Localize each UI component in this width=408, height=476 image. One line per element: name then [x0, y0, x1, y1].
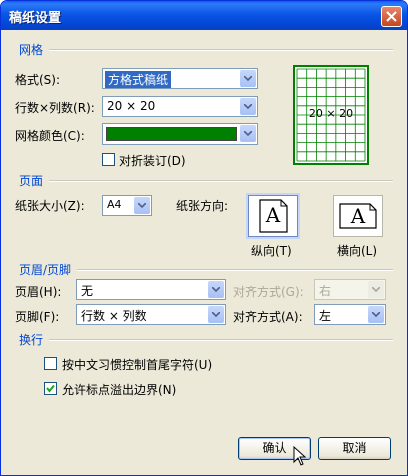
header-align-label: 对齐方式(G):: [233, 285, 304, 299]
portrait-letter: A: [265, 203, 281, 227]
chinese-wrap-checkbox[interactable]: [44, 357, 57, 370]
grid-preview-text: 20 × 20: [308, 107, 354, 120]
footer-value: 行数 × 列数: [81, 309, 147, 323]
section-page: 页面: [19, 174, 44, 188]
chevron-down-icon[interactable]: [240, 70, 256, 87]
chevron-down-icon[interactable]: [240, 98, 256, 115]
header-value: 无: [81, 284, 94, 298]
section-divider: [77, 269, 393, 271]
format-select[interactable]: 方格式稿纸: [102, 68, 258, 89]
header-align-value: 右: [319, 284, 332, 298]
chinese-wrap-label: 按中文习惯控制首尾字符(U): [62, 358, 213, 372]
section-divider: [49, 339, 393, 341]
section-divider: [49, 180, 393, 182]
footer-align-value: 左: [319, 309, 332, 323]
fold-binding-label: 对折装订(D): [119, 154, 186, 168]
grid-color-select[interactable]: [102, 123, 258, 145]
paper-size-select[interactable]: A4: [102, 195, 152, 216]
chevron-down-icon[interactable]: [134, 197, 150, 214]
landscape-button[interactable]: A: [333, 195, 383, 237]
header-label: 页眉(H):: [15, 285, 62, 299]
header-align-select[interactable]: 右: [314, 279, 386, 300]
grid-color-label: 网格颜色(C):: [15, 129, 85, 143]
landscape-letter: A: [350, 204, 366, 228]
footer-align-select[interactable]: 左: [314, 304, 386, 325]
cancel-button[interactable]: 取消: [318, 437, 391, 460]
chevron-down-icon[interactable]: [368, 281, 384, 298]
chevron-down-icon[interactable]: [208, 281, 224, 298]
portrait-label: 纵向(T): [251, 244, 292, 258]
paper-size-value: A4: [107, 198, 122, 211]
section-header-footer: 页眉/页脚: [19, 263, 72, 277]
close-button[interactable]: [381, 6, 402, 27]
title-bar[interactable]: 稿纸设置: [1, 1, 407, 30]
header-select[interactable]: 无: [76, 279, 226, 300]
footer-select[interactable]: 行数 × 列数: [76, 304, 226, 325]
mouse-cursor-icon: [293, 446, 307, 466]
rows-cols-label: 行数×列数(R):: [15, 101, 95, 115]
checkmark-icon: [46, 384, 55, 393]
footer-align-label: 对齐方式(A):: [233, 310, 303, 324]
format-value: 方格式稿纸: [105, 71, 172, 88]
page-setup-dialog: 稿纸设置 网格 格式(S): 方格式稿纸 行数×列数(R): 20 × 20 网…: [0, 0, 408, 476]
chevron-down-icon[interactable]: [368, 306, 384, 323]
dialog-title: 稿纸设置: [9, 11, 62, 26]
punctuation-overflow-checkbox[interactable]: [44, 382, 57, 395]
chevron-down-icon[interactable]: [240, 125, 256, 142]
orientation-label: 纸张方向:: [176, 199, 229, 213]
grid-color-swatch: [106, 127, 237, 141]
fold-binding-checkbox[interactable]: [102, 153, 115, 166]
section-divider: [49, 49, 393, 51]
punctuation-overflow-label: 允许标点溢出边界(N): [62, 383, 177, 397]
ok-button-label: 确认: [262, 441, 287, 455]
cancel-button-label: 取消: [342, 441, 367, 455]
paper-size-label: 纸张大小(Z):: [15, 199, 85, 213]
close-icon: [386, 11, 397, 22]
rows-cols-select[interactable]: 20 × 20: [102, 96, 258, 117]
portrait-button[interactable]: A: [248, 195, 298, 237]
footer-label: 页脚(F):: [15, 310, 60, 324]
chevron-down-icon[interactable]: [208, 306, 224, 323]
format-label: 格式(S):: [15, 73, 61, 87]
section-grid: 网格: [19, 43, 44, 57]
grid-preview: 20 × 20: [293, 65, 369, 165]
section-wrap: 换行: [19, 333, 44, 347]
landscape-label: 横向(L): [337, 244, 378, 258]
rows-cols-value: 20 × 20: [107, 99, 156, 113]
